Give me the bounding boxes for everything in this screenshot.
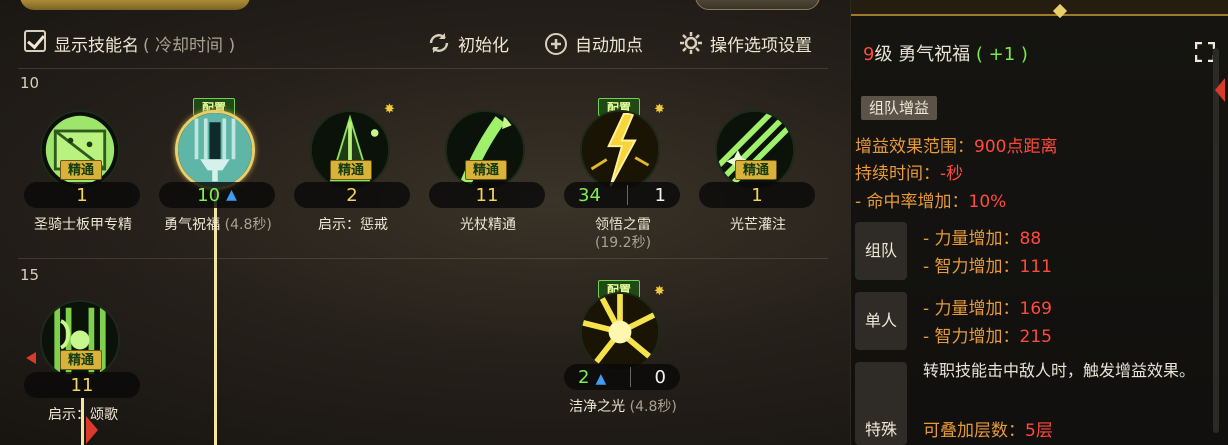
skill-level: 10: [197, 184, 221, 206]
skill-level-bar: 11: [429, 182, 545, 208]
skill-level-bar: 34 1: [564, 182, 680, 208]
solo-int-line: - 智力增加：215: [923, 327, 1052, 347]
star-icon: ✸: [654, 102, 665, 117]
skill-level-bar: 10 ▲: [159, 182, 275, 208]
skill-name: 光杖精通: [460, 217, 516, 233]
auto-assign-label: 自动加点: [575, 35, 643, 56]
party-str-line: - 力量增加：88: [923, 229, 1042, 249]
boost-arrow-icon: ▲: [595, 370, 607, 387]
skill-level: 2: [346, 184, 358, 206]
skill-detail-title: 9级 勇气祝福 ( +1 ): [863, 44, 1028, 65]
party-int-line: - 智力增加：111: [923, 257, 1052, 277]
skill-level: 11: [475, 184, 499, 206]
skill-level-bar: 1: [24, 182, 140, 208]
skill-name: 领悟之雷 (19.2秒): [594, 217, 652, 251]
range-line: 增益效果范围：900点距离: [855, 137, 1058, 157]
panel-header-bar: [851, 0, 1228, 16]
bar-separator: [627, 185, 629, 205]
skill-icon-courage-blessing[interactable]: [175, 110, 255, 190]
right-arrow-marker: [86, 416, 98, 444]
skill-level: 1: [751, 184, 763, 206]
auto-plus-icon: [543, 30, 569, 56]
skill-level-bar: 1: [699, 182, 815, 208]
skill-level-bar: 2 ▲ 0: [564, 364, 680, 390]
skill-bonus-level: 1: [654, 184, 666, 206]
star-icon: ✸: [654, 284, 665, 299]
gear-icon: [678, 30, 704, 56]
mastery-tag: 精通: [60, 160, 102, 180]
duration-line: 持续时间：-秒: [855, 164, 964, 184]
skill-name: 圣骑士板甲专精: [34, 217, 132, 233]
settings-label: 操作选项设置: [710, 35, 812, 56]
hit-rate-line: - 命中率增加：10%: [855, 192, 1007, 212]
bar-separator: [629, 367, 631, 387]
left-arrow-marker: [26, 352, 36, 364]
boost-arrow-icon: ▲: [226, 187, 237, 203]
skill-icon-thunder-insight[interactable]: [580, 110, 660, 190]
show-names-label[interactable]: 显示技能名( 冷却时间 ): [54, 31, 235, 56]
solo-str-line: - 力量增加：169: [923, 299, 1052, 319]
expand-icon[interactable]: [1194, 41, 1216, 63]
stack-line: 可叠加层数：5层: [923, 421, 1053, 441]
refresh-icon: [426, 30, 452, 56]
mastery-tag: 精通: [330, 160, 372, 180]
skill-level-bar: 11: [24, 372, 140, 398]
reset-label: 初始化: [458, 35, 509, 56]
level-marker-15: 15: [20, 266, 40, 284]
auto-assign-button[interactable]: 自动加点: [543, 30, 643, 56]
skill-name: 启示：颂歌: [48, 407, 118, 423]
mastery-tag: 精通: [735, 160, 777, 180]
skill-level: 11: [70, 374, 94, 396]
star-icon: ✸: [384, 102, 395, 117]
special-label: 特殊: [855, 362, 907, 445]
skill-bonus-level: 0: [654, 366, 666, 388]
reset-button[interactable]: 初始化: [426, 30, 509, 56]
skill-toolbar: 显示技能名( 冷却时间 ) 初始化 自动加点 操作选项设置: [0, 28, 840, 56]
skill-detail-panel: 9级 勇气祝福 ( +1 ) 组队增益 增益效果范围：900点距离 持续时间：-…: [850, 0, 1228, 445]
top-button-stub[interactable]: [695, 0, 820, 10]
category-badge: 组队增益: [861, 96, 938, 120]
row-divider: [18, 68, 828, 69]
skill-name: 勇气祝福 (4.8秒): [164, 217, 272, 233]
skill-icon-purifying-light[interactable]: [580, 292, 660, 372]
skill-level: 34: [578, 184, 601, 206]
mastery-tag: 精通: [60, 350, 102, 370]
mastery-tag: 精通: [465, 160, 507, 180]
skill-name: 洁净之光 (4.8秒): [569, 399, 677, 415]
top-tab-stub[interactable]: [20, 0, 250, 10]
level-marker-10: 10: [20, 74, 40, 92]
solo-label: 单人: [855, 292, 907, 350]
skill-level: 2: [578, 366, 590, 388]
show-names-checkbox[interactable]: [24, 30, 46, 52]
row-divider: [18, 258, 828, 259]
settings-button[interactable]: 操作选项设置: [678, 30, 812, 56]
skill-level-bar: 2: [294, 182, 410, 208]
special-text: 转职技能击中敌人时，触发增益效果。: [923, 361, 1196, 380]
skill-level: 1: [76, 184, 88, 206]
panel-scrollbar[interactable]: [1213, 48, 1219, 433]
skill-name: 光芒灌注: [730, 217, 786, 233]
scroll-arrow-marker: [1215, 78, 1225, 102]
party-label: 组队: [855, 222, 907, 280]
skill-name: 启示：惩戒: [318, 217, 388, 233]
